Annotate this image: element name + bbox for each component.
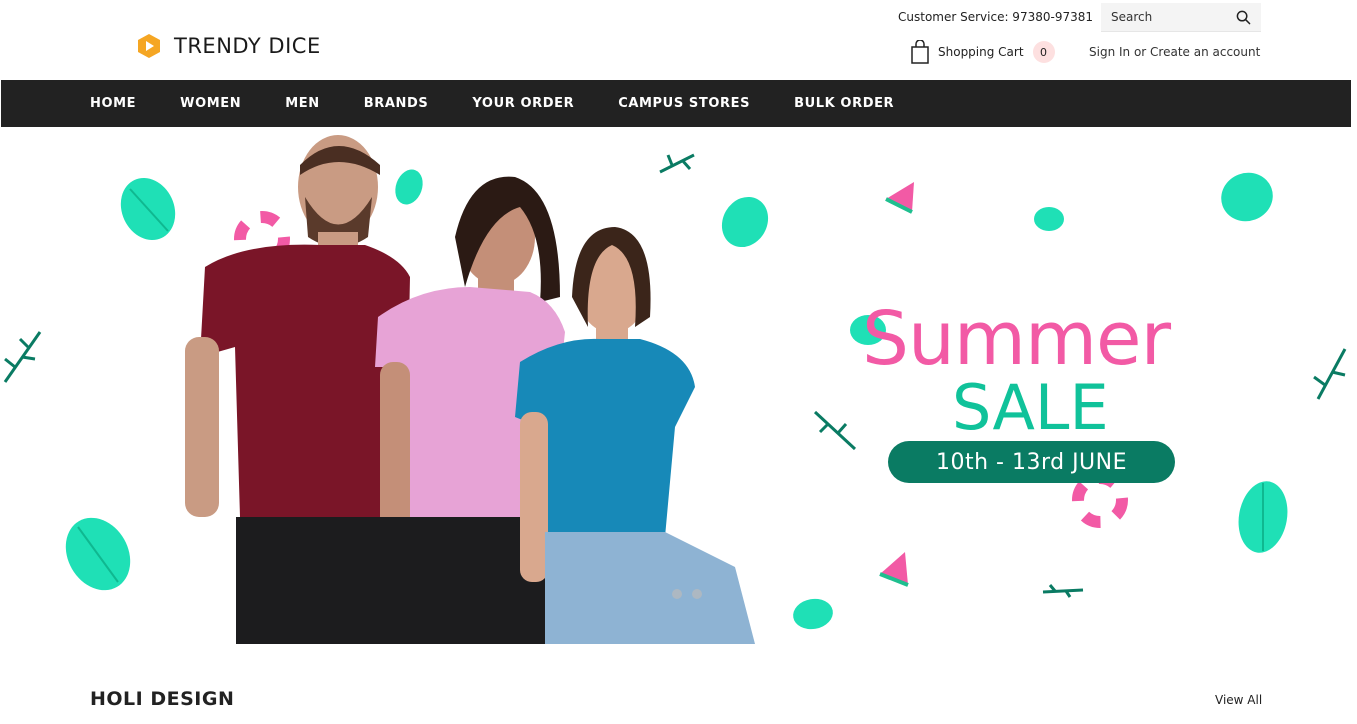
watermelon-slice-icon: [879, 552, 909, 587]
monstera-leaf-icon: [1221, 172, 1273, 222]
cart-count-badge: 0: [1032, 41, 1055, 63]
main-nav: HOME WOMEN MEN BRANDS YOUR ORDER CAMPUS …: [1, 80, 1351, 127]
sign-in-link[interactable]: Sign In: [1089, 45, 1130, 59]
nav-item-home[interactable]: HOME: [90, 96, 136, 111]
shopping-cart-link[interactable]: Shopping Cart 0: [910, 40, 1055, 64]
sale-headline-summer: Summer: [862, 296, 1171, 382]
brand-name: TRENDY DICE: [174, 34, 321, 58]
monstera-leaf-icon: [1034, 207, 1064, 231]
nav-item-your-order[interactable]: YOUR ORDER: [472, 96, 574, 111]
create-account-link[interactable]: Create an account: [1150, 45, 1260, 59]
customer-service-text: Customer Service: 97380-97381: [898, 10, 1093, 24]
section-title: HOLI DESIGN: [90, 688, 235, 710]
fern-sprig-icon: [813, 410, 857, 451]
banner-artwork: [3, 135, 1347, 644]
site-header: TRENDY DICE Customer Service: 97380-9738…: [0, 0, 1357, 80]
nav-item-bulk-order[interactable]: BULK ORDER: [794, 96, 894, 111]
fern-sprig-icon: [1042, 584, 1084, 598]
fern-sprig-icon: [3, 331, 42, 383]
fern-sprig-icon: [659, 153, 695, 174]
life-ring-icon: [1072, 472, 1128, 528]
hero-banner[interactable]: Summer SALE 10th - 13rd JUNE: [0, 127, 1357, 644]
carousel-dots: [672, 589, 712, 599]
nav-item-campus-stores[interactable]: CAMPUS STORES: [618, 96, 750, 111]
account-links: Sign In or Create an account: [1089, 45, 1260, 59]
carousel-dot[interactable]: [692, 589, 702, 599]
view-all-link[interactable]: View All: [1215, 693, 1262, 707]
monstera-leaf-icon: [721, 196, 769, 248]
search-icon[interactable]: [1236, 10, 1251, 25]
sale-dates-pill: 10th - 13rd JUNE: [888, 441, 1175, 483]
dice-logo-icon: [138, 34, 160, 58]
shopping-bag-icon: [911, 40, 929, 64]
watermelon-slice-icon: [885, 182, 914, 214]
monstera-leaf-icon: [1238, 481, 1288, 553]
cart-label: Shopping Cart: [938, 45, 1024, 59]
carousel-dot[interactable]: [672, 589, 682, 599]
sale-headline-sale: SALE: [952, 371, 1109, 444]
or-text: or: [1130, 45, 1151, 59]
monstera-leaf-icon: [65, 517, 131, 591]
logo[interactable]: TRENDY DICE: [136, 33, 321, 59]
nav-item-brands[interactable]: BRANDS: [364, 96, 429, 111]
monstera-leaf-icon: [120, 177, 176, 241]
model-man: [185, 135, 410, 644]
nav-item-women[interactable]: WOMEN: [180, 96, 241, 111]
monstera-leaf-icon: [395, 169, 423, 205]
search-box[interactable]: [1101, 3, 1261, 32]
search-input[interactable]: [1111, 10, 1229, 24]
monstera-leaf-icon: [793, 598, 833, 630]
nav-item-men[interactable]: MEN: [285, 96, 320, 111]
fern-sprig-icon: [1313, 348, 1347, 400]
